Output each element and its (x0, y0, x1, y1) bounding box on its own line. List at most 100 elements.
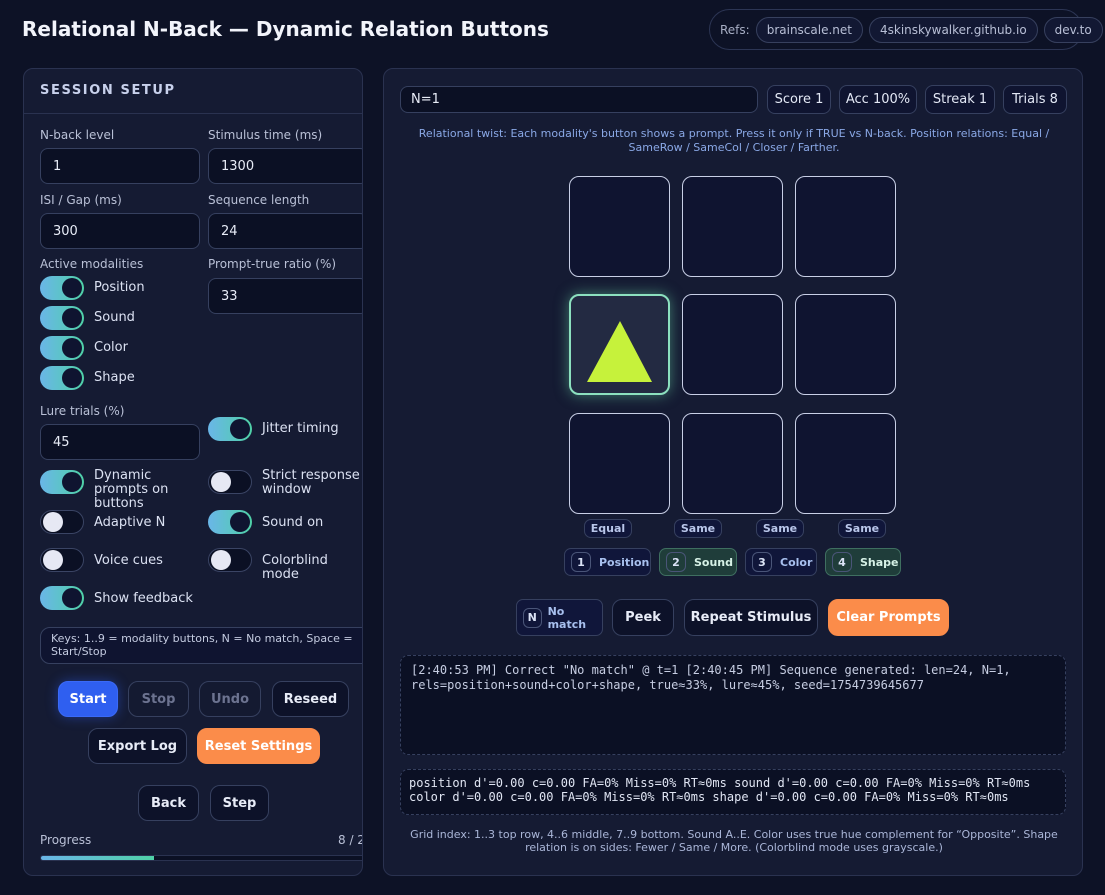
relation-badge-sound: Same (674, 519, 722, 538)
reset-settings-button[interactable]: Reset Settings (197, 728, 320, 764)
modality-button-shape[interactable]: 4 Shape (825, 548, 901, 576)
divider (24, 113, 362, 114)
grid-cell-1 (569, 176, 670, 277)
clear-prompts-button[interactable]: Clear Prompts (828, 599, 949, 636)
toggle-sound[interactable] (40, 306, 84, 330)
modality-label: Position (599, 555, 650, 569)
isi-label: ISI / Gap (ms) (40, 193, 122, 207)
grid-cell-5 (682, 294, 783, 395)
toggle-shape-label: Shape (94, 370, 135, 385)
relation-badge-color: Same (756, 519, 804, 538)
grid-cell-8 (682, 413, 783, 514)
dynamic-prompts-label: Dynamic prompts on buttons (94, 468, 169, 511)
seq-length-input[interactable]: 24 (208, 213, 362, 249)
stim-time-input[interactable]: 1300 (208, 148, 362, 184)
no-match-button[interactable]: N No match (516, 599, 603, 636)
prompt-ratio-input[interactable]: 33 (208, 278, 362, 314)
start-button[interactable]: Start (58, 681, 118, 717)
export-log-button[interactable]: Export Log (88, 728, 187, 764)
keys-hint: Keys: 1..9 = modality buttons, N = No ma… (40, 627, 362, 664)
modality-label: Shape (860, 555, 899, 569)
toggle-strict-window[interactable] (208, 470, 252, 494)
game-panel: N=1 Score 1 Acc 100% Streak 1 Trials 8 R… (383, 68, 1083, 876)
toggle-feedback[interactable] (40, 586, 84, 610)
peek-button[interactable]: Peek (612, 599, 674, 636)
sound-on-label: Sound on (262, 515, 324, 530)
modalities-label: Active modalities (40, 257, 144, 271)
grid-cell-9 (795, 413, 896, 514)
feedback-label: Show feedback (94, 591, 193, 606)
progress-label: Progress (40, 833, 92, 847)
toggle-position-label: Position (94, 280, 145, 295)
seq-length-label: Sequence length (208, 193, 310, 207)
ref-link-brainscale[interactable]: brainscale.net (755, 16, 863, 43)
relation-badge-shape: Same (838, 519, 886, 538)
reseed-button[interactable]: Reseed (272, 681, 349, 717)
modality-button-position[interactable]: 1 Position (564, 548, 651, 576)
toggle-dynamic-prompts[interactable] (40, 470, 84, 494)
grid-cell-7 (569, 413, 670, 514)
key-badge: 4 (832, 552, 852, 572)
footer-note: Grid index: 1..3 top row, 4..6 middle, 7… (410, 828, 1058, 854)
twist-description: Relational twist: Each modality's button… (418, 127, 1050, 154)
progress-bar (40, 855, 362, 861)
ref-link-github[interactable]: 4skinskywalker.github.io (868, 16, 1038, 43)
modality-button-color[interactable]: 3 Color (745, 548, 817, 576)
stim-time-label: Stimulus time (ms) (208, 128, 323, 142)
relation-badge-position: Equal (584, 519, 632, 538)
toggle-position[interactable] (40, 276, 84, 300)
repeat-stimulus-button[interactable]: Repeat Stimulus (684, 599, 818, 636)
strict-window-label: Strict response window (262, 468, 360, 497)
undo-button[interactable]: Undo (199, 681, 261, 717)
n-level-display: N=1 (400, 86, 758, 113)
toggle-sound-on[interactable] (208, 510, 252, 534)
grid-cell-2 (682, 176, 783, 277)
grid-cell-3 (795, 176, 896, 277)
step-button[interactable]: Step (210, 785, 269, 821)
toggle-adaptive-n[interactable] (40, 510, 84, 534)
refs-label: Refs: (720, 22, 750, 37)
prompt-ratio-label: Prompt-true ratio (%) (208, 257, 337, 271)
key-badge: 2 (666, 552, 686, 572)
event-log: [2:40:53 PM] Correct "No match" @ t=1 [2… (400, 655, 1066, 755)
modality-stats: position d'=0.00 c=0.00 FA=0% Miss=0% RT… (400, 769, 1066, 815)
session-setup-title: SESSION SETUP (40, 83, 176, 98)
refs-bar: Refs: brainscale.net 4skinskywalker.gith… (709, 9, 1103, 50)
no-match-label: No match (547, 604, 587, 631)
isi-input[interactable]: 300 (40, 213, 200, 249)
back-button[interactable]: Back (138, 785, 199, 821)
grid-cell-6 (795, 294, 896, 395)
toggle-jitter[interactable] (208, 417, 252, 441)
stop-button[interactable]: Stop (128, 681, 189, 717)
toggle-colorblind[interactable] (208, 548, 252, 572)
adaptive-n-label: Adaptive N (94, 515, 166, 530)
lure-input[interactable]: 45 (40, 424, 200, 460)
modality-label: Sound (694, 555, 734, 569)
page-title: Relational N-Back — Dynamic Relation But… (22, 17, 549, 41)
voice-cues-label: Voice cues (94, 553, 163, 568)
accuracy-stat: Acc 100% (839, 85, 917, 114)
nback-input[interactable]: 1 (40, 148, 200, 184)
nback-label: N-back level (40, 128, 115, 142)
lure-label: Lure trials (%) (40, 404, 125, 418)
triangle-stimulus-icon (587, 321, 652, 382)
toggle-sound-label: Sound (94, 310, 135, 325)
progress-fill (41, 856, 154, 860)
ref-link-devto[interactable]: dev.to (1043, 16, 1103, 43)
toggle-color-label: Color (94, 340, 128, 355)
progress-count: 8 / 24 (338, 833, 362, 847)
grid-cell-4 (569, 294, 670, 395)
key-badge: 1 (571, 552, 591, 572)
streak-stat: Streak 1 (925, 85, 995, 114)
toggle-voice-cues[interactable] (40, 548, 84, 572)
session-setup-panel: SESSION SETUP N-back level 1 Stimulus ti… (23, 68, 363, 876)
modality-label: Color (780, 555, 813, 569)
jitter-label: Jitter timing (262, 421, 339, 436)
modality-button-sound[interactable]: 2 Sound (659, 548, 737, 576)
key-badge: 3 (752, 552, 772, 572)
trials-stat: Trials 8 (1003, 85, 1067, 114)
toggle-color[interactable] (40, 336, 84, 360)
colorblind-label: Colorblind mode (262, 553, 328, 582)
toggle-shape[interactable] (40, 366, 84, 390)
key-badge: N (523, 607, 542, 628)
